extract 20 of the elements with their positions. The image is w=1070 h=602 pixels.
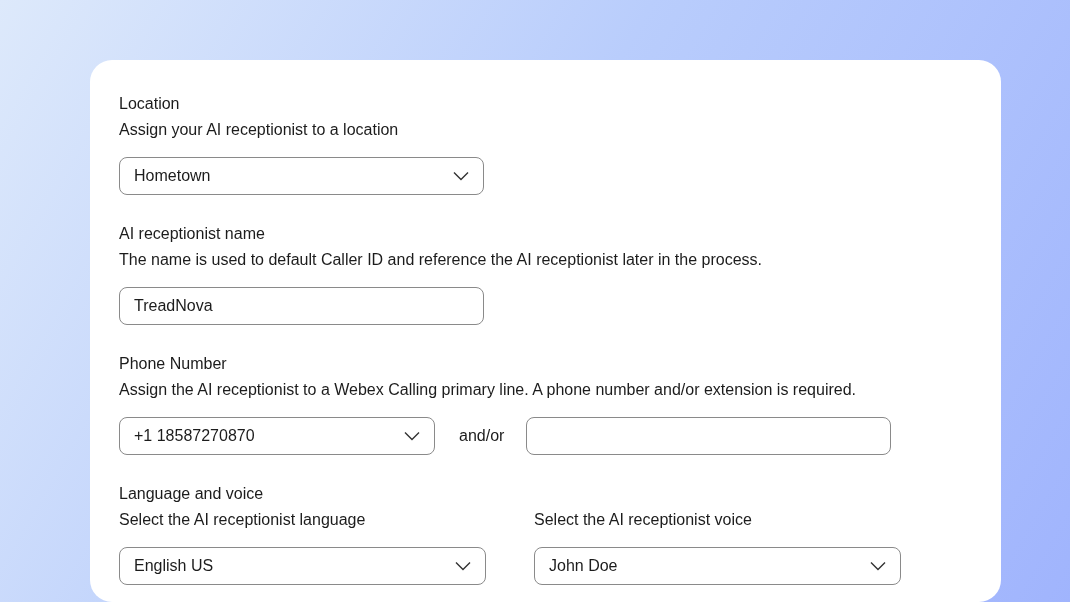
dropdown[interactable]: Hometown: [119, 157, 484, 195]
section-label: Language and voice: [119, 484, 265, 504]
chevron-down-icon: [455, 561, 471, 571]
dropdown[interactable]: +1 18587270870: [119, 417, 435, 455]
separator-text: and/or: [459, 426, 505, 446]
section-label: AI receptionist name: [119, 224, 266, 244]
section-description: Assign your AI receptionist to a location: [119, 120, 400, 140]
dropdown[interactable]: John Doe: [534, 547, 901, 585]
section-label: Location: [119, 94, 181, 114]
text-field[interactable]: [526, 417, 892, 455]
field-caption: Select the AI receptionist language: [119, 510, 367, 530]
section-description: Assign the AI receptionist to a Webex Calling primary line. A phone number and/or extension is required.: [119, 380, 857, 400]
chevron-down-icon: [453, 171, 469, 181]
dropdown[interactable]: English US: [119, 547, 486, 585]
text-field[interactable]: TreadNova: [119, 287, 484, 325]
chevron-down-icon: [870, 561, 886, 571]
chevron-down-icon: [404, 431, 420, 441]
section-description: The name is used to default Caller ID and reference the AI receptionist later in the process.: [119, 250, 763, 270]
section-label: Phone Number: [119, 354, 228, 374]
field-caption: Select the AI receptionist voice: [534, 510, 753, 530]
